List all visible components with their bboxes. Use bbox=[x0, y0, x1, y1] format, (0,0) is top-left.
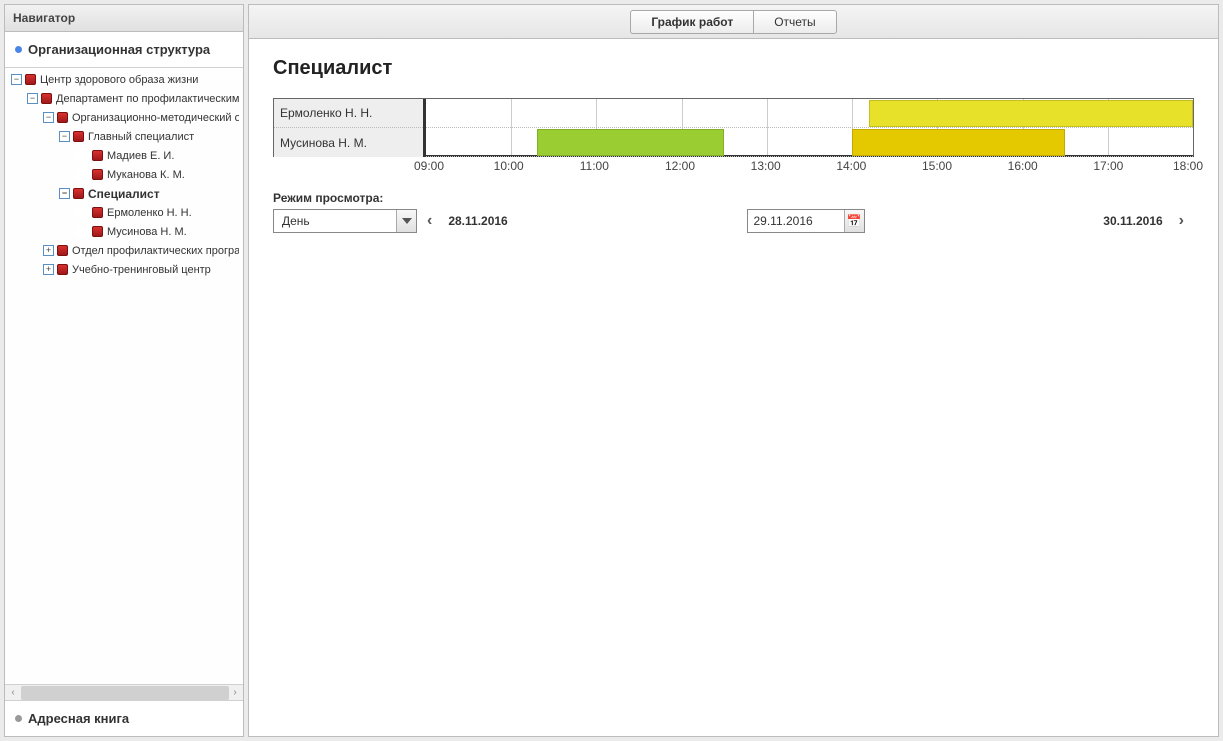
tree-node[interactable]: Муканова К. М. bbox=[5, 165, 243, 184]
folder-icon bbox=[73, 131, 84, 142]
toggle-placeholder bbox=[75, 169, 89, 180]
expand-icon[interactable]: + bbox=[43, 245, 54, 256]
gantt-row-name: Мусинова Н. М. bbox=[274, 128, 423, 157]
dropdown-icon[interactable] bbox=[396, 210, 416, 232]
horizontal-scrollbar[interactable]: ‹ › bbox=[5, 684, 243, 700]
gantt-row-names: Ермоленко Н. Н.Мусинова Н. М. bbox=[273, 99, 423, 157]
scroll-right-icon[interactable]: › bbox=[227, 685, 243, 701]
toggle-placeholder bbox=[75, 150, 89, 161]
page-title: Специалист bbox=[273, 57, 1194, 80]
tree-node-label: Мадиев Е. И. bbox=[107, 150, 174, 162]
time-tick: 18:00 bbox=[1173, 159, 1203, 173]
tree-node-label: Центр здорового образа жизни bbox=[40, 74, 198, 86]
nav-section-label: Адресная книга bbox=[28, 711, 129, 726]
viewmode-value: День bbox=[274, 214, 396, 228]
folder-icon bbox=[92, 226, 103, 237]
collapse-icon[interactable]: − bbox=[43, 112, 54, 123]
tree-node[interactable]: − Главный специалист bbox=[5, 127, 243, 146]
gantt-bar[interactable] bbox=[852, 129, 1065, 156]
tree-node-label: Муканова К. М. bbox=[107, 169, 185, 181]
scroll-left-icon[interactable]: ‹ bbox=[5, 685, 21, 701]
tree-node[interactable]: − Центр здорового образа жизни bbox=[5, 70, 243, 89]
time-tick: 17:00 bbox=[1093, 159, 1123, 173]
scroll-track[interactable] bbox=[21, 686, 227, 700]
tree-node-label: Отдел профилактических програм bbox=[72, 245, 239, 257]
viewmode-select[interactable]: День bbox=[273, 209, 417, 233]
tab-schedule[interactable]: График работ bbox=[630, 10, 753, 34]
folder-icon bbox=[73, 188, 84, 199]
prev-date-label: 28.11.2016 bbox=[442, 214, 513, 228]
toggle-placeholder bbox=[75, 226, 89, 237]
nav-section-label: Организационная структура bbox=[28, 42, 210, 57]
current-date-value: 29.11.2016 bbox=[748, 214, 844, 228]
time-tick: 09:00 bbox=[414, 159, 444, 173]
collapse-icon[interactable]: − bbox=[27, 93, 38, 104]
gantt-time-axis: 09:0010:0011:0012:0013:0014:0015:0016:00… bbox=[423, 159, 1194, 179]
tree-node-label: Специалист bbox=[88, 187, 160, 201]
navigator-panel: Навигатор Организационная структура −Цен… bbox=[4, 4, 244, 737]
gantt-bar[interactable] bbox=[869, 100, 1193, 127]
tree-node-label: Мусинова Н. М. bbox=[107, 226, 187, 238]
time-tick: 12:00 bbox=[665, 159, 695, 173]
collapse-icon[interactable]: − bbox=[59, 188, 70, 199]
top-tabs: График работ Отчеты bbox=[249, 5, 1218, 39]
tree-node-label: Ермоленко Н. Н. bbox=[107, 207, 192, 219]
tree-node-label: Учебно-тренинговый центр bbox=[72, 264, 211, 276]
gantt-row-name: Ермоленко Н. Н. bbox=[274, 99, 423, 128]
prev-date-button[interactable]: ‹ bbox=[417, 209, 442, 233]
time-tick: 15:00 bbox=[922, 159, 952, 173]
gantt-chart: Ермоленко Н. Н.Мусинова Н. М. bbox=[273, 98, 1194, 157]
time-tick: 10:00 bbox=[494, 159, 524, 173]
tree-node[interactable]: Ермоленко Н. Н. bbox=[5, 203, 243, 222]
gantt-bar[interactable] bbox=[537, 129, 724, 156]
viewmode-label: Режим просмотра: bbox=[273, 191, 1194, 205]
time-tick: 14:00 bbox=[836, 159, 866, 173]
tree-node-label: Организационно-методический от bbox=[72, 112, 239, 124]
next-date-button[interactable]: › bbox=[1169, 209, 1194, 233]
content-area: Специалист Ермоленко Н. Н.Мусинова Н. М.… bbox=[249, 39, 1218, 251]
folder-icon bbox=[92, 150, 103, 161]
main-panel: График работ Отчеты Специалист Ермоленко… bbox=[248, 4, 1219, 737]
collapse-icon[interactable]: − bbox=[11, 74, 22, 85]
tree-node[interactable]: − Департамент по профилактическим п bbox=[5, 89, 243, 108]
tree-node-label: Департамент по профилактическим п bbox=[56, 93, 239, 105]
time-tick: 16:00 bbox=[1008, 159, 1038, 173]
gantt-grid bbox=[423, 99, 1194, 157]
scroll-thumb[interactable] bbox=[21, 686, 229, 700]
folder-icon bbox=[92, 169, 103, 180]
expand-icon[interactable]: + bbox=[43, 264, 54, 275]
tree-node[interactable]: − Организационно-методический от bbox=[5, 108, 243, 127]
folder-icon bbox=[57, 112, 68, 123]
nav-section-address-book[interactable]: Адресная книга bbox=[5, 700, 243, 736]
nav-section-org-structure[interactable]: Организационная структура bbox=[5, 32, 243, 68]
time-tick: 11:00 bbox=[580, 159, 609, 173]
org-tree: −Центр здорового образа жизни−Департамен… bbox=[5, 68, 243, 684]
tree-node[interactable]: Мусинова Н. М. bbox=[5, 222, 243, 241]
tab-reports[interactable]: Отчеты bbox=[753, 10, 836, 34]
calendar-icon[interactable]: 📅 bbox=[844, 210, 864, 232]
bullet-icon bbox=[15, 46, 22, 53]
controls-bar: День ‹ 28.11.2016 29.11.2016 📅 30.11.201… bbox=[273, 209, 1194, 233]
folder-icon bbox=[92, 207, 103, 218]
tree-node-label: Главный специалист bbox=[88, 131, 194, 143]
folder-icon bbox=[57, 264, 68, 275]
current-date-input[interactable]: 29.11.2016 📅 bbox=[747, 209, 865, 233]
bullet-icon bbox=[15, 715, 22, 722]
tree-node[interactable]: − Специалист bbox=[5, 184, 243, 203]
next-date-label: 30.11.2016 bbox=[1097, 214, 1168, 228]
tree-node[interactable]: + Отдел профилактических програм bbox=[5, 241, 243, 260]
toggle-placeholder bbox=[75, 207, 89, 218]
tree-node[interactable]: Мадиев Е. И. bbox=[5, 146, 243, 165]
navigator-title: Навигатор bbox=[5, 5, 243, 32]
folder-icon bbox=[57, 245, 68, 256]
folder-icon bbox=[25, 74, 36, 85]
collapse-icon[interactable]: − bbox=[59, 131, 70, 142]
folder-icon bbox=[41, 93, 52, 104]
time-tick: 13:00 bbox=[751, 159, 781, 173]
tree-node[interactable]: + Учебно-тренинговый центр bbox=[5, 260, 243, 279]
